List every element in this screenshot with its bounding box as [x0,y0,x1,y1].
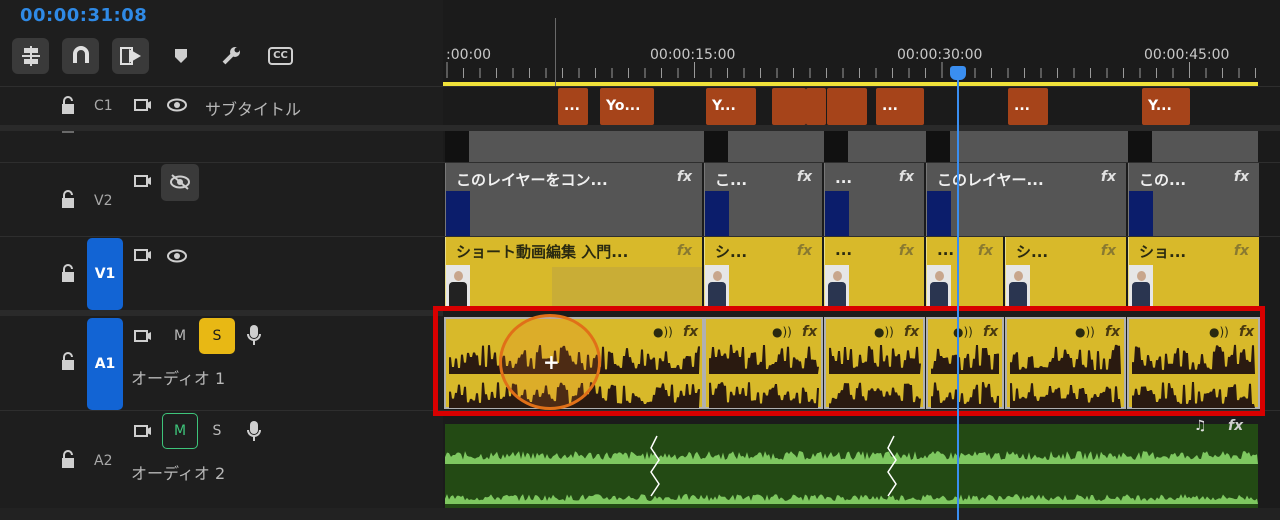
toggle-sync-lock-icon[interactable] [134,423,152,439]
caption-clip[interactable]: ... [876,88,924,125]
solo-button-a2[interactable]: S [199,413,235,449]
insert-nest-button[interactable] [12,38,49,74]
snap-button[interactable] [62,38,99,74]
lock-icon[interactable] [60,352,74,370]
caption-clip[interactable]: Y... [706,88,756,125]
caption-clip[interactable] [806,88,826,125]
v1-clip[interactable]: ショート動画編集 入門... fx [445,237,702,310]
track-source-a1[interactable]: A1 [87,318,123,410]
ruler-label: 00:00:45:00 [1144,47,1230,63]
v1-clip[interactable]: ... fx [926,237,1003,310]
ruler-label: 00:00:30:00 [897,47,983,63]
caption-clip[interactable] [827,88,867,125]
add-marker-button[interactable] [162,38,199,74]
lock-icon[interactable] [60,450,74,468]
linked-selection-icon [119,47,141,65]
v2-clip[interactable]: このレイヤー... fx [926,163,1126,236]
snap-magnet-icon [72,46,89,63]
linked-selection-button[interactable] [112,38,149,74]
fx-badge: fx [1228,418,1244,434]
ruler-ticks [443,62,1258,86]
eye-icon[interactable] [166,248,188,264]
lock-icon[interactable] [60,96,74,114]
timeline-settings-button[interactable] [212,38,249,74]
v2-clip[interactable]: こ... fx [704,163,822,236]
music-note-icon: ♫ [1194,418,1207,434]
playhead-timecode[interactable]: 00:00:31:08 [20,5,147,26]
playhead-line[interactable] [957,72,959,520]
v1-clip[interactable]: ショ... fx [1128,237,1259,310]
insert-nest-icon [21,46,40,66]
lock-icon[interactable] [60,264,74,282]
v3-clip-strip[interactable] [445,131,1258,162]
caption-clip[interactable]: ... [558,88,588,125]
v2-clip[interactable]: このレイヤーをコン... fx [445,163,702,236]
toggle-sync-lock-icon[interactable] [134,97,152,113]
track-label-a1[interactable]: オーディオ 1 [131,365,225,389]
track-source-v1[interactable]: V1 [87,238,123,310]
microphone-icon[interactable] [246,324,262,346]
v1-clip[interactable]: ... fx [824,237,924,310]
mute-button-a2[interactable]: M [162,413,198,449]
playhead-handle[interactable] [950,66,966,80]
caption-clip[interactable]: ... [1008,88,1048,125]
timeline-settings-wrench-icon [222,47,240,65]
v1-clip[interactable]: シ... fx [704,237,822,310]
in-point-line [555,18,556,86]
track-label-a2[interactable]: オーディオ 2 [131,460,225,484]
a2-audio-clip[interactable] [445,424,1258,508]
ruler-label: :00:00 [446,47,492,63]
mute-button-a1[interactable]: M [162,318,198,354]
track-name-v2[interactable]: V2 [94,193,112,209]
cursor-crosshair-icon: + [543,350,560,374]
toggle-output-button[interactable] [161,164,199,201]
microphone-icon[interactable] [246,420,262,442]
caption-clip[interactable]: Y... [1142,88,1190,125]
lock-icon[interactable] [60,190,74,208]
toggle-sync-lock-icon[interactable] [134,328,152,344]
v1-clip[interactable]: シ... fx [1005,237,1126,310]
ruler-label: 00:00:15:00 [650,47,736,63]
track-name-a2[interactable]: A2 [94,453,112,469]
eye-hidden-icon [170,174,190,190]
track-name-c1[interactable]: C1 [94,98,113,114]
caption-clip[interactable] [772,88,806,125]
eye-icon[interactable] [166,97,188,113]
v2-clip[interactable]: この... fx [1128,163,1259,236]
captions-cc-icon: CC [268,47,293,65]
captions-button[interactable]: CC [262,38,299,74]
track-label-c1[interactable]: サブタイトル [205,96,301,120]
solo-button-a1[interactable]: S [199,318,235,354]
add-marker-icon [174,49,187,63]
v2-clip[interactable]: ... fx [824,163,924,236]
lock-icon[interactable] [62,131,74,133]
toggle-sync-lock-icon[interactable] [134,173,152,189]
toggle-sync-lock-icon[interactable] [134,247,152,263]
caption-clip[interactable]: Yo... [600,88,654,125]
